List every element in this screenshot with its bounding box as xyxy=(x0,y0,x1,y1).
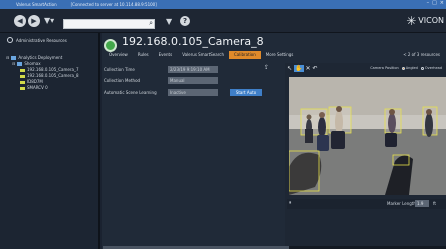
tab-smartsearch[interactable]: Valerus SmartSearch xyxy=(177,51,229,59)
magnifier-icon[interactable]: ⌕ xyxy=(149,19,153,28)
title-bar: Valerus SmartAction [Connected to server… xyxy=(0,0,446,9)
tab-calibration[interactable]: Calibration xyxy=(229,51,261,59)
collapse-icon[interactable]: ⊟ xyxy=(6,55,9,61)
marker-length-input[interactable]: 1.9 xyxy=(415,200,429,207)
tree-item-smarcv[interactable]: SMARCV 0 xyxy=(20,85,79,91)
back-arrow-icon[interactable]: ◀ xyxy=(14,15,26,27)
camera-header: 192.168.0.105_Camera_8 Overview Rules Ev… xyxy=(102,33,446,63)
tab-events[interactable]: Events xyxy=(154,51,178,59)
camera-position-label: Camera Position xyxy=(370,66,399,70)
auto-scene-field: Inactive xyxy=(168,89,218,96)
viewer-tools: ↖ ✋ ✕ ↶ xyxy=(287,65,318,72)
tab-overview[interactable]: Overview xyxy=(104,51,133,59)
scene-image xyxy=(289,77,446,195)
vicon-logo: ✳ VICON xyxy=(406,13,444,28)
close-icon[interactable]: ✕ xyxy=(306,65,311,72)
gear-icon xyxy=(7,37,13,43)
pointer-icon[interactable]: ↖ xyxy=(287,65,292,72)
tab-rules[interactable]: Rules xyxy=(133,51,154,59)
camera-tabs: Overview Rules Events Valerus SmartSearc… xyxy=(104,51,298,59)
close-window-button[interactable]: × xyxy=(440,0,444,6)
overhead-radio[interactable]: Overhead xyxy=(420,66,442,70)
collapse-icon[interactable]: ⊟ xyxy=(12,61,15,67)
sidebar-header-label: Administrative Resources xyxy=(16,37,67,43)
calibration-viewer: ↖ ✋ ✕ ↶ Camera Position Angled Overhead xyxy=(285,63,446,249)
sidebar-header[interactable]: Administrative Resources xyxy=(7,37,67,43)
funnel-menu-icon[interactable]: ▼▾ xyxy=(44,16,54,25)
camera-video-frame[interactable] xyxy=(289,77,446,195)
collection-method-label: Collection Method xyxy=(104,78,141,83)
resource-sidebar: Administrative Resources ⊟ Analytics Dep… xyxy=(0,33,100,249)
help-button[interactable]: ? xyxy=(180,16,190,26)
camera-icon xyxy=(20,68,25,72)
page-title: 192.168.0.105_Camera_8 xyxy=(122,35,264,48)
maximize-button[interactable]: □ xyxy=(432,0,437,6)
marker-unit-label: ft xyxy=(433,201,436,206)
collection-time-label: Collection Time xyxy=(104,67,135,72)
hand-icon[interactable]: ✋ xyxy=(294,65,304,72)
start-auto-button[interactable]: Start Auto xyxy=(230,89,262,96)
marker-length-label: Marker Length xyxy=(387,201,416,206)
pause-icon[interactable]: ⏸ xyxy=(289,200,292,206)
camera-icon xyxy=(20,86,25,90)
logo-star-icon: ✳ xyxy=(406,13,417,28)
camera-detail-panel: 192.168.0.105_Camera_8 Overview Rules Ev… xyxy=(102,33,446,249)
calibration-form: Collection Time 2/23/19 9:19:10 AM ⇪ Col… xyxy=(102,63,285,249)
camera-icon xyxy=(20,74,25,78)
tree-item-label: SMARCV 0 xyxy=(27,85,48,90)
angled-radio[interactable]: Angled xyxy=(401,66,418,70)
radio-selected-icon xyxy=(401,66,405,70)
camera-icon xyxy=(20,80,25,84)
auto-scene-label: Automatic Scene Learning xyxy=(104,90,157,95)
deployment-icon xyxy=(11,56,17,60)
filter-icon[interactable]: ▼ xyxy=(166,17,172,26)
minimize-button[interactable]: – xyxy=(427,0,430,6)
resource-navigator[interactable]: < 2 of 3 resources xyxy=(403,52,440,57)
logo-text: VICON xyxy=(418,16,444,25)
window-controls: – □ × xyxy=(427,0,444,6)
viewer-footer: ⏸ Marker Length 1.9 ft xyxy=(287,199,446,209)
group-icon xyxy=(17,62,23,66)
radio-icon xyxy=(420,66,424,70)
collection-time-field: 2/23/19 9:19:10 AM xyxy=(168,66,218,73)
tab-more-settings[interactable]: More Settings xyxy=(261,51,299,59)
undo-icon[interactable]: ↶ xyxy=(313,65,318,72)
main-toolbar: ◀ ▶ ▼▾ ⌕ ▼ ? ✳ VICON xyxy=(0,9,446,33)
collection-method-field: Manual xyxy=(168,77,218,84)
app-name: Valerus SmartAction xyxy=(16,2,57,7)
connection-status: [Connected to server at 10.114.88.9:5100… xyxy=(70,2,157,7)
resource-tree: ⊟ Analytics Deployment ⊟ Shomax 192.168.… xyxy=(6,55,79,91)
search-input[interactable]: ⌕ xyxy=(63,19,155,29)
camera-position-control: Camera Position Angled Overhead xyxy=(370,66,442,70)
export-icon[interactable]: ⇪ xyxy=(264,64,269,71)
forward-arrow-icon[interactable]: ▶ xyxy=(28,15,40,27)
